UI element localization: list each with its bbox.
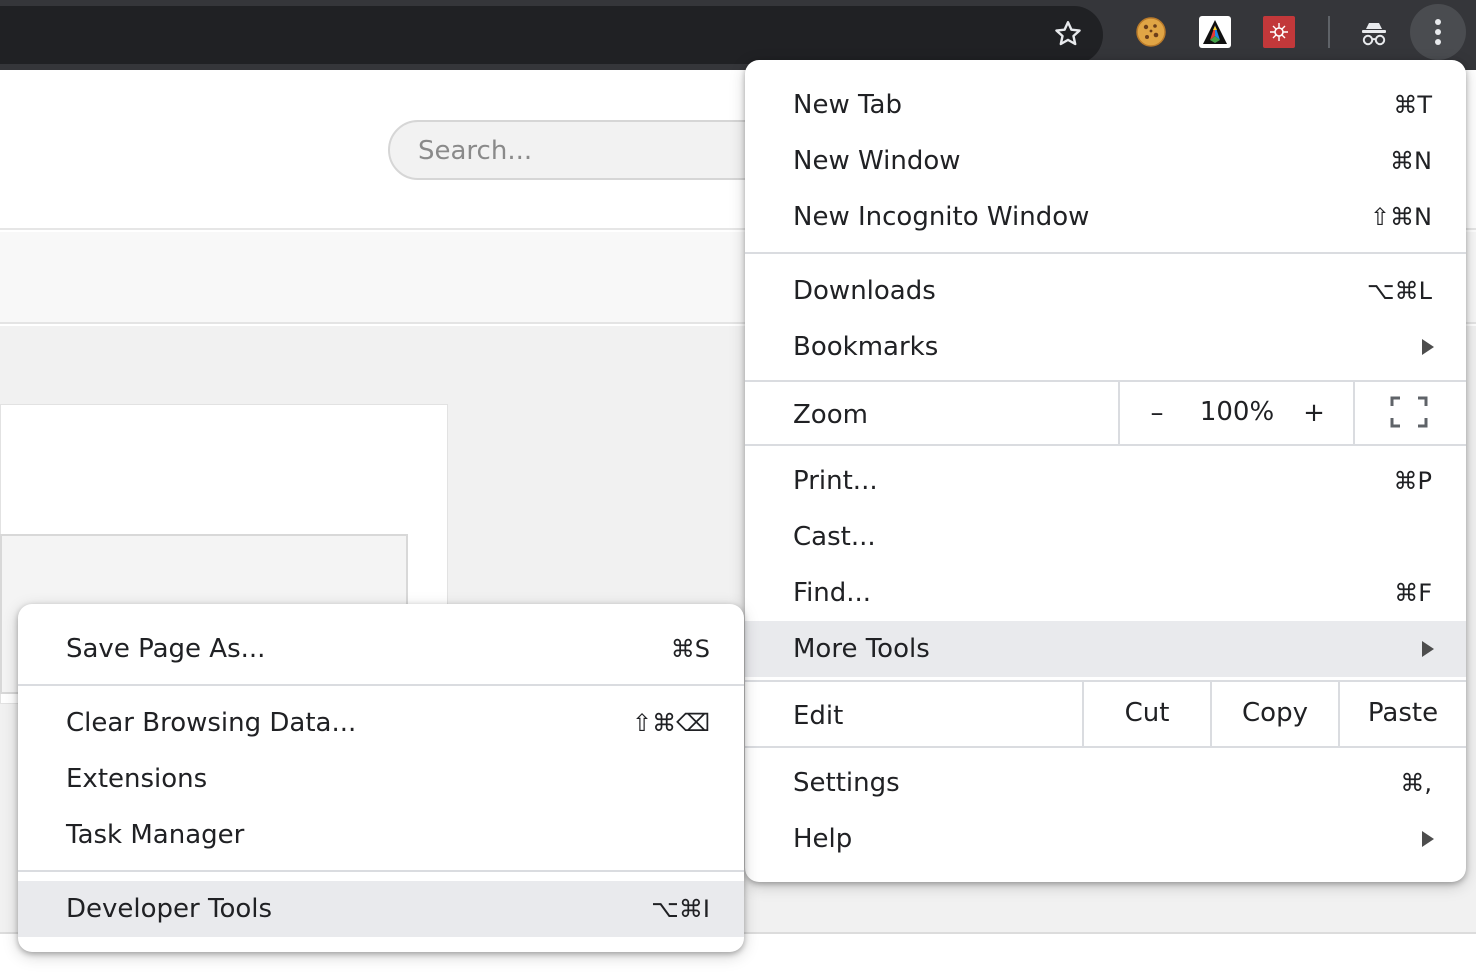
zoom-level: 100% <box>1199 397 1275 427</box>
menu-divider <box>745 746 1466 748</box>
menu-item-clear-browsing-data[interactable]: Clear Browsing Data... ⇧⌘⌫ <box>18 695 744 751</box>
menu-item-bookmarks[interactable]: Bookmarks <box>745 319 1466 375</box>
menu-item-save-page-as[interactable]: Save Page As... ⌘S <box>18 621 744 677</box>
menu-item-new-tab[interactable]: New Tab ⌘T <box>745 77 1466 133</box>
menu-item-label: New Tab <box>793 90 902 120</box>
cut-button[interactable]: Cut <box>1084 682 1210 746</box>
menu-item-downloads[interactable]: Downloads ⌥⌘L <box>745 263 1466 319</box>
menu-item-shortcut: ⌘N <box>1390 147 1432 175</box>
menu-divider <box>18 870 744 872</box>
menu-item-shortcut: ⌘S <box>670 635 710 663</box>
omnibox[interactable] <box>0 6 1103 64</box>
menu-item-label: Clear Browsing Data... <box>66 708 357 738</box>
menu-item-help[interactable]: Help <box>745 811 1466 867</box>
menu-item-label: Settings <box>793 768 900 798</box>
menu-item-find[interactable]: Find... ⌘F <box>745 565 1466 621</box>
menu-item-task-manager[interactable]: Task Manager <box>18 807 744 863</box>
menu-item-label: Downloads <box>793 276 936 306</box>
menu-item-shortcut: ⌘P <box>1393 467 1432 495</box>
copy-button[interactable]: Copy <box>1212 682 1338 746</box>
menu-item-label: More Tools <box>793 634 930 664</box>
zoom-separator <box>1353 380 1355 446</box>
red-extension-icon[interactable] <box>1263 16 1295 48</box>
menu-item-extensions[interactable]: Extensions <box>18 751 744 807</box>
menu-item-shortcut: ⌘T <box>1393 91 1432 119</box>
menu-divider <box>18 684 744 686</box>
menu-item-shortcut: ⌘F <box>1394 579 1432 607</box>
more-tools-submenu: Save Page As... ⌘S Clear Browsing Data..… <box>18 604 744 952</box>
more-vertical-icon[interactable] <box>1410 4 1466 60</box>
menu-divider <box>745 444 1466 446</box>
menu-item-developer-tools[interactable]: Developer Tools ⌥⌘I <box>18 881 744 937</box>
zoom-out-button[interactable]: – <box>1140 380 1174 446</box>
submenu-arrow-icon <box>1422 339 1434 355</box>
menu-edit-row: Edit Cut Copy Paste <box>745 682 1466 746</box>
menu-item-print[interactable]: Print... ⌘P <box>745 453 1466 509</box>
menu-item-shortcut: ⇧⌘N <box>1369 203 1432 231</box>
menu-item-label: Find... <box>793 578 872 608</box>
menu-item-more-tools[interactable]: More Tools <box>745 621 1466 677</box>
menu-item-label: New Window <box>793 146 961 176</box>
menu-item-shortcut: ⌥⌘I <box>651 895 710 923</box>
fullscreen-icon[interactable] <box>1390 396 1428 428</box>
star-icon[interactable] <box>1046 12 1090 56</box>
cookie-extension-icon[interactable] <box>1135 16 1167 48</box>
menu-item-shortcut: ⇧⌘⌫ <box>631 709 710 737</box>
menu-item-label: Save Page As... <box>66 634 266 664</box>
menu-item-shortcut: ⌘, <box>1400 769 1432 797</box>
menu-item-cast[interactable]: Cast... <box>745 509 1466 565</box>
incognito-icon[interactable] <box>1352 12 1396 56</box>
menu-item-shortcut: ⌥⌘L <box>1366 277 1432 305</box>
menu-divider <box>745 252 1466 254</box>
menu-item-label: Help <box>793 824 853 854</box>
search-placeholder: Search... <box>418 136 533 166</box>
zoom-separator <box>1118 380 1120 446</box>
menu-item-label: Extensions <box>66 764 208 794</box>
menu-item-label: Print... <box>793 466 878 496</box>
menu-item-new-incognito-window[interactable]: New Incognito Window ⇧⌘N <box>745 189 1466 245</box>
submenu-arrow-icon <box>1422 831 1434 847</box>
zoom-label: Zoom <box>793 400 868 430</box>
menu-item-new-window[interactable]: New Window ⌘N <box>745 133 1466 189</box>
menu-item-label: Cast... <box>793 522 876 552</box>
rainbow-extension-icon[interactable] <box>1199 16 1231 48</box>
menu-item-settings[interactable]: Settings ⌘, <box>745 755 1466 811</box>
toolbar-separator <box>1328 16 1330 48</box>
menu-zoom-row: Zoom – 100% + <box>745 380 1466 446</box>
submenu-arrow-icon <box>1422 641 1434 657</box>
chrome-main-menu: New Tab ⌘T New Window ⌘N New Incognito W… <box>745 60 1466 882</box>
edit-label: Edit <box>793 701 844 731</box>
search-input[interactable]: Search... <box>388 120 788 180</box>
menu-item-label: Developer Tools <box>66 894 273 924</box>
paste-button[interactable]: Paste <box>1340 682 1466 746</box>
menu-item-label: Bookmarks <box>793 332 939 362</box>
menu-item-label: New Incognito Window <box>793 202 1090 232</box>
menu-item-label: Task Manager <box>66 820 245 850</box>
zoom-in-button[interactable]: + <box>1297 380 1331 446</box>
